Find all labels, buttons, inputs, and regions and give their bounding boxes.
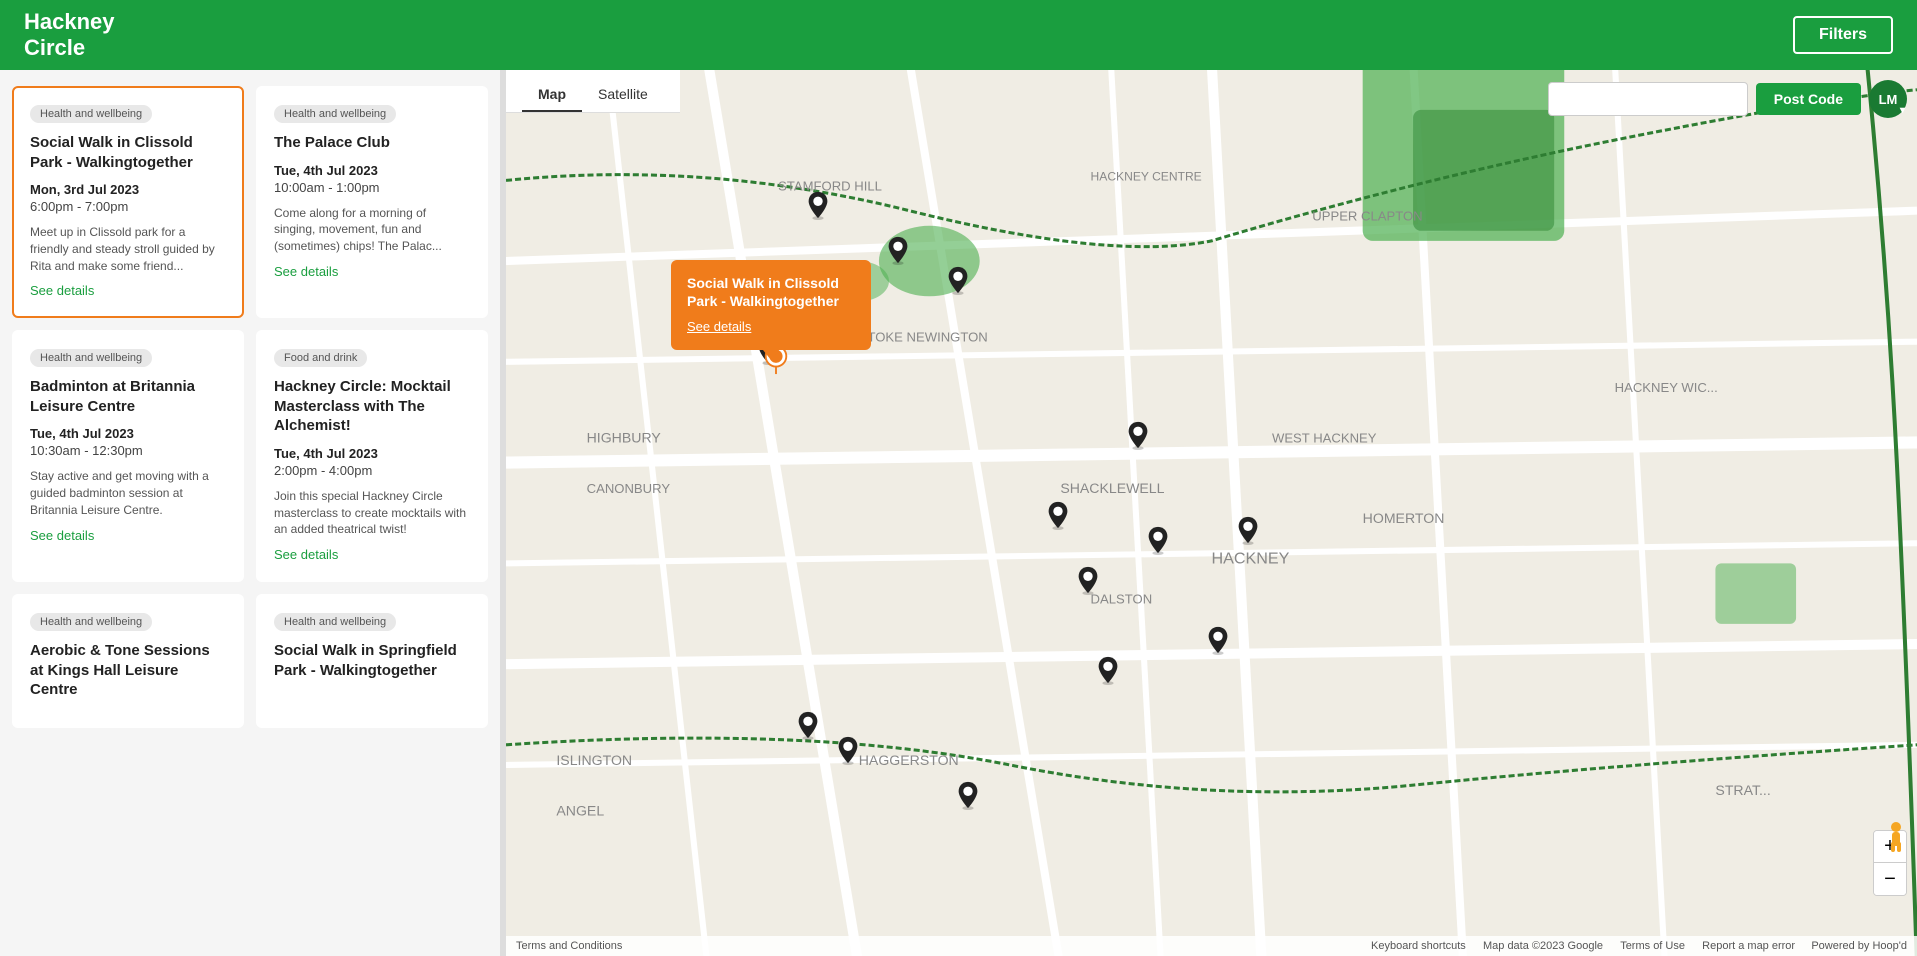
svg-text:HAGGERSTON: HAGGERSTON <box>859 752 959 768</box>
card-see-details-link[interactable]: See details <box>274 547 338 562</box>
footer-report[interactable]: Report a map error <box>1702 940 1795 952</box>
card-desc: Stay active and get moving with a guided… <box>30 468 226 518</box>
map-pin-pin-3[interactable] <box>946 265 970 295</box>
card-date: Tue, 4th Jul 2023 <box>30 426 226 441</box>
card-desc: Join this special Hackney Circle masterc… <box>274 488 470 538</box>
card-title: Badminton at Britannia Leisure Centre <box>30 377 226 416</box>
filters-button[interactable]: Filters <box>1793 16 1893 54</box>
footer-terms[interactable]: Terms and Conditions <box>516 940 622 952</box>
map-tabs: Map Satellite <box>506 70 680 113</box>
svg-text:STOKE NEWINGTON: STOKE NEWINGTON <box>859 330 988 345</box>
svg-text:ISLINGTON: ISLINGTON <box>556 752 632 768</box>
map-pin-pin-12[interactable] <box>796 710 820 740</box>
postcode-button[interactable]: Post Code <box>1756 83 1861 115</box>
card-badge: Health and wellbeing <box>30 613 152 631</box>
map-pin-pin-1[interactable] <box>806 190 830 220</box>
card-title: Social Walk in Clissold Park - Walkingto… <box>30 133 226 172</box>
svg-text:CANONBURY: CANONBURY <box>587 481 671 496</box>
svg-text:ANGEL: ANGEL <box>556 802 604 818</box>
card-badge: Food and drink <box>274 349 367 367</box>
map-pin-pin-7[interactable] <box>1236 515 1260 545</box>
svg-text:UPPER CLAPTON: UPPER CLAPTON <box>1312 209 1422 224</box>
svg-text:WEST HACKNEY: WEST HACKNEY <box>1272 430 1377 445</box>
svg-text:STAMFORD HILL: STAMFORD HILL <box>778 178 882 193</box>
footer-terms-of-use[interactable]: Terms of Use <box>1620 940 1685 952</box>
search-input[interactable] <box>1548 82 1748 116</box>
svg-text:HACKNEY CENTRE: HACKNEY CENTRE <box>1091 169 1202 183</box>
map-pin-pin-5[interactable] <box>1046 500 1070 530</box>
card-date: Tue, 4th Jul 2023 <box>274 163 470 178</box>
svg-text:SHACKLEWELL: SHACKLEWELL <box>1060 480 1164 496</box>
event-card-card-5[interactable]: Health and wellbeing Aerobic & Tone Sess… <box>12 594 244 728</box>
main-content: Health and wellbeing Social Walk in Clis… <box>0 70 1917 956</box>
event-card-card-3[interactable]: Health and wellbeing Badminton at Britan… <box>12 330 244 582</box>
map-pin-pin-9[interactable] <box>1206 625 1230 655</box>
card-time: 2:00pm - 4:00pm <box>274 463 470 478</box>
map-pin-pin-2[interactable] <box>886 235 910 265</box>
map-pin-pin-13[interactable] <box>836 735 860 765</box>
footer-center: Keyboard shortcuts Map data ©2023 Google… <box>1367 940 1907 952</box>
card-desc: Meet up in Clissold park for a friendly … <box>30 224 226 274</box>
card-title: Aerobic & Tone Sessions at Kings Hall Le… <box>30 641 226 700</box>
popup-see-details-link[interactable]: See details <box>687 319 751 334</box>
footer-map-data: Map data ©2023 Google <box>1483 940 1603 952</box>
card-see-details-link[interactable]: See details <box>30 283 94 298</box>
map-pin-pin-6[interactable] <box>1146 525 1170 555</box>
svg-text:STRAT...: STRAT... <box>1715 782 1770 798</box>
map-pin-pin-8[interactable] <box>1076 565 1100 595</box>
card-date: Mon, 3rd Jul 2023 <box>30 182 226 197</box>
card-see-details-link[interactable]: See details <box>30 528 94 543</box>
card-badge: Health and wellbeing <box>30 349 152 367</box>
map-footer: Terms and Conditions Keyboard shortcuts … <box>506 936 1917 956</box>
svg-text:HIGHBURY: HIGHBURY <box>587 429 662 445</box>
svg-text:HOMERTON: HOMERTON <box>1363 510 1445 526</box>
app-header: Hackney Circle Filters <box>0 0 1917 70</box>
popup-title: Social Walk in Clissold Park - Walkingto… <box>687 274 855 310</box>
svg-text:HACKNEY WIC...: HACKNEY WIC... <box>1615 380 1718 395</box>
pegman-icon[interactable] <box>1885 820 1907 856</box>
left-panel: Health and wellbeing Social Walk in Clis… <box>0 70 500 956</box>
card-see-details-link[interactable]: See details <box>274 264 338 279</box>
card-desc: Come along for a morning of singing, mov… <box>274 205 470 255</box>
map-pin-pin-14[interactable] <box>956 780 980 810</box>
user-avatar[interactable]: LM <box>1869 80 1907 118</box>
map-pin-pin-11[interactable] <box>1096 655 1120 685</box>
footer-powered: Powered by Hoop'd <box>1811 940 1907 952</box>
map-popup: Social Walk in Clissold Park - Walkingto… <box>671 260 871 350</box>
footer-keyboard-shortcuts[interactable]: Keyboard shortcuts <box>1371 940 1466 952</box>
map-svg: HIGHBURY STOKE NEWINGTON SHACKLEWELL CAN… <box>506 70 1917 956</box>
card-badge: Health and wellbeing <box>274 105 396 123</box>
map-area: HIGHBURY STOKE NEWINGTON SHACKLEWELL CAN… <box>506 70 1917 956</box>
card-badge: Health and wellbeing <box>30 105 152 123</box>
card-time: 10:00am - 1:00pm <box>274 180 470 195</box>
event-card-card-1[interactable]: Health and wellbeing Social Walk in Clis… <box>12 86 244 318</box>
app-logo: Hackney Circle <box>24 9 115 62</box>
card-time: 10:30am - 12:30pm <box>30 443 226 458</box>
svg-text:HACKNEY: HACKNEY <box>1212 549 1290 567</box>
event-card-card-2[interactable]: Health and wellbeing The Palace Club Tue… <box>256 86 488 318</box>
map-search-area: Post Code LM <box>1548 80 1907 118</box>
event-card-card-6[interactable]: Health and wellbeing Social Walk in Spri… <box>256 594 488 728</box>
card-title: Social Walk in Springfield Park - Walkin… <box>274 641 470 680</box>
event-card-card-4[interactable]: Food and drink Hackney Circle: Mocktail … <box>256 330 488 582</box>
card-title: The Palace Club <box>274 133 470 153</box>
cards-grid: Health and wellbeing Social Walk in Clis… <box>12 86 488 728</box>
map-pin-pin-4[interactable] <box>1126 420 1150 450</box>
tab-map[interactable]: Map <box>522 78 582 112</box>
card-date: Tue, 4th Jul 2023 <box>274 446 470 461</box>
card-title: Hackney Circle: Mocktail Masterclass wit… <box>274 377 470 436</box>
zoom-out-button[interactable]: − <box>1874 863 1906 895</box>
card-badge: Health and wellbeing <box>274 613 396 631</box>
tab-satellite[interactable]: Satellite <box>582 78 664 112</box>
map-background: HIGHBURY STOKE NEWINGTON SHACKLEWELL CAN… <box>506 70 1917 956</box>
card-time: 6:00pm - 7:00pm <box>30 199 226 214</box>
